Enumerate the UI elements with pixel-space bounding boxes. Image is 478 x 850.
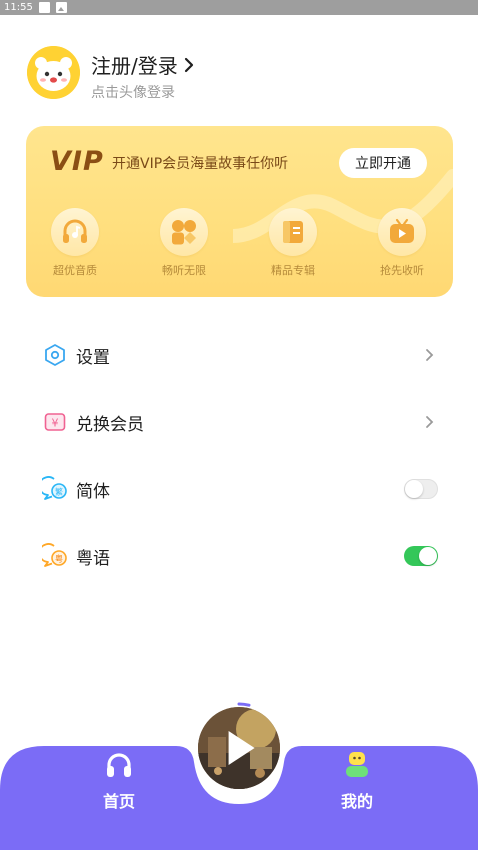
- image-notification-icon: [55, 2, 67, 13]
- play-progress-ring: [237, 702, 251, 707]
- notification-icon: [38, 2, 50, 13]
- svg-text:粤: 粤: [55, 554, 63, 564]
- chevron-right-icon: [184, 57, 193, 72]
- headphones-icon: [107, 753, 131, 777]
- settings-icon: [42, 342, 68, 368]
- perk-early-access[interactable]: 抢先收听: [372, 208, 432, 278]
- simplified-toggle[interactable]: [404, 479, 438, 499]
- perk-album[interactable]: 精品专辑: [263, 208, 323, 278]
- headphones-icon: [51, 208, 99, 256]
- svg-text:繁: 繁: [55, 487, 63, 497]
- menu-label: 粤语: [76, 548, 110, 569]
- nav-home-label: 首页: [102, 792, 135, 811]
- menu-item-cantonese: 粤 粤语: [42, 538, 438, 574]
- menu-label: 兑换会员: [76, 414, 144, 435]
- album-icon: [269, 208, 317, 256]
- my-page: 11:55 注册/登录 点击头像登录 VIP 开通VIP会员海量故事任你听 立即…: [0, 0, 478, 850]
- cantonese-toggle[interactable]: [404, 546, 438, 566]
- vip-description: 开通VIP会员海量故事任你听: [112, 156, 289, 172]
- status-time: 11:55: [4, 2, 33, 13]
- tv-play-icon: [378, 208, 426, 256]
- user-face-icon: [346, 752, 368, 777]
- perk-hifi[interactable]: 超优音质: [45, 208, 105, 278]
- cantonese-chat-icon: 粤: [42, 543, 68, 569]
- vip-logo: VIP: [50, 146, 104, 177]
- yen-coupon-icon: ¥: [42, 409, 68, 435]
- nav-mine[interactable]: 我的: [322, 750, 392, 812]
- perk-label: 畅听无限: [162, 264, 206, 277]
- perk-label: 精品专辑: [271, 264, 315, 277]
- simplified-chat-icon: 繁: [42, 476, 68, 502]
- grid-icon: [160, 208, 208, 256]
- menu-item-redeem-vip[interactable]: ¥ 兑换会员: [42, 404, 438, 440]
- status-bar: 11:55: [0, 0, 478, 15]
- toggle-knob: [419, 547, 437, 565]
- login-subtitle: 点击头像登录: [91, 85, 175, 101]
- menu-item-simplified: 繁 简体: [42, 471, 438, 507]
- perk-unlimited[interactable]: 畅听无限: [154, 208, 214, 278]
- perk-label: 抢先收听: [380, 264, 424, 277]
- login-title[interactable]: 注册/登录: [91, 50, 196, 79]
- login-title-text: 注册/登录: [91, 54, 178, 78]
- menu-label: 简体: [76, 481, 110, 502]
- vip-open-button[interactable]: 立即开通: [339, 148, 427, 178]
- menu-item-settings[interactable]: 设置: [42, 337, 438, 373]
- vip-card[interactable]: VIP 开通VIP会员海量故事任你听 立即开通 超优音质 畅听无限 精品专辑 抢…: [26, 126, 453, 297]
- chevron-right-icon: [426, 349, 434, 361]
- toggle-knob: [405, 480, 423, 498]
- avatar[interactable]: [27, 46, 80, 99]
- bear-avatar-icon: [27, 46, 80, 99]
- menu-label: 设置: [76, 347, 110, 368]
- perk-label: 超优音质: [53, 264, 97, 277]
- svg-text:¥: ¥: [52, 417, 59, 430]
- nav-home[interactable]: 首页: [84, 750, 154, 812]
- chevron-right-icon: [426, 416, 434, 428]
- profile-header: 注册/登录 点击头像登录: [27, 46, 447, 102]
- nav-mine-label: 我的: [340, 792, 373, 811]
